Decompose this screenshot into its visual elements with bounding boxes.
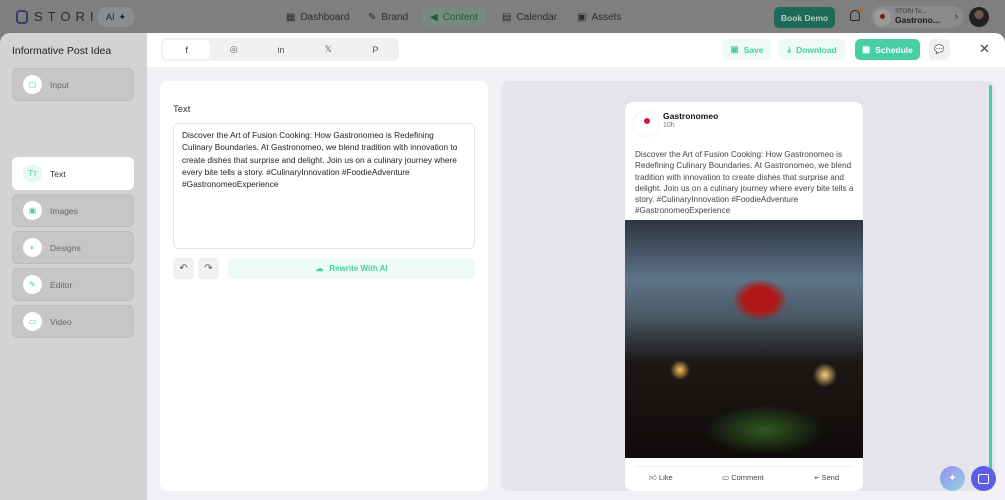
schedule-button[interactable]: ▦ Schedule bbox=[855, 39, 920, 60]
page-name: Gastronomeo bbox=[663, 111, 719, 121]
comment-icon: ▭ bbox=[722, 473, 732, 482]
support-chat-button[interactable] bbox=[971, 466, 996, 491]
note-icon: ▢ bbox=[23, 75, 42, 94]
undo-button[interactable]: ↶ bbox=[173, 258, 194, 279]
save-button[interactable]: ▣ Save bbox=[723, 39, 771, 60]
calendar-icon: ▦ bbox=[862, 44, 871, 54]
scrollbar[interactable] bbox=[989, 85, 992, 489]
comment-button[interactable]: ▭ Comment bbox=[722, 473, 764, 482]
logo[interactable]: STORI bbox=[16, 9, 99, 24]
redo-icon: ↷ bbox=[204, 263, 213, 274]
facebook-icon: f bbox=[185, 44, 188, 55]
text-icon: Tт bbox=[23, 164, 42, 183]
sidebar: Informative Post Idea ▢ Input Tт Text ▣ Ima… bbox=[0, 33, 147, 500]
ai-assistant-button[interactable]: ✦ bbox=[940, 466, 965, 491]
sparkle-icon: ✦ bbox=[948, 473, 957, 484]
page-avatar bbox=[634, 111, 659, 136]
chevron-right-icon: › bbox=[955, 11, 958, 21]
images-icon: ▣ bbox=[23, 201, 42, 220]
video-icon: ▭ bbox=[23, 312, 42, 331]
nav-content[interactable]: ◀ Content bbox=[422, 7, 486, 27]
sidebar-item-text[interactable]: Tт Text bbox=[12, 157, 134, 190]
close-icon[interactable]: ✕ bbox=[979, 41, 990, 57]
sidebar-item-video[interactable]: ▭ Video bbox=[12, 305, 134, 338]
download-button[interactable]: ⤓ Download bbox=[779, 39, 845, 60]
brush-icon: ✎ bbox=[368, 11, 377, 23]
modal-content: Text Discover the Art of Fusion Cooking:… bbox=[147, 67, 1005, 500]
facebook-post-preview: Gastronomeo 10h Discover the Art of Fusi… bbox=[625, 102, 863, 491]
sparkle-icon: ✦ bbox=[118, 11, 127, 22]
book-demo-button[interactable]: Book Demo bbox=[774, 7, 835, 28]
post-text-input[interactable]: Discover the Art of Fusion Cooking: How … bbox=[173, 123, 475, 249]
like-button[interactable]: 👍︎ Like bbox=[649, 473, 673, 483]
bell-icon[interactable] bbox=[850, 8, 863, 21]
platform-tabs: f ◎ in 𝕏 P bbox=[161, 38, 399, 61]
download-icon: ⤓ bbox=[787, 44, 792, 54]
instagram-icon: ◎ bbox=[229, 44, 238, 54]
sidebar-item-images[interactable]: ▣ Images bbox=[12, 194, 134, 227]
top-nav: STORI AI ✦ ▦ Dashboard ✎ Brand ◀ Content ▤ Ca… bbox=[0, 0, 1005, 33]
sidebar-item-editor[interactable]: ✎ Editor bbox=[12, 268, 134, 301]
text-label: Text bbox=[173, 104, 191, 115]
nav-assets[interactable]: ▣ Assets bbox=[569, 7, 629, 27]
linkedin-icon: in bbox=[277, 44, 285, 55]
megaphone-icon: ◀ bbox=[430, 11, 438, 23]
sidebar-title: Informative Post Idea bbox=[12, 45, 112, 57]
post-image bbox=[625, 220, 863, 458]
preview-panel: Gastronomeo 10h Discover the Art of Fusi… bbox=[501, 81, 995, 491]
tab-facebook[interactable]: f bbox=[163, 40, 211, 59]
modal-header: f ◎ in 𝕏 P ▣ Save ⤓ Download ▦ Schedule 💬 ✕ bbox=[147, 33, 1005, 67]
nav-brand[interactable]: ✎ Brand bbox=[360, 7, 416, 27]
redo-button[interactable]: ↷ bbox=[198, 258, 219, 279]
image-icon: ▣ bbox=[577, 11, 587, 23]
pencil-icon: ✎ bbox=[23, 275, 42, 294]
chat-icon: 💬 bbox=[934, 44, 945, 54]
account-switcher[interactable]: STORI Te... Gastrono... › bbox=[871, 6, 964, 28]
calendar-icon: ▤ bbox=[502, 11, 512, 23]
robot-icon: ☁ bbox=[315, 264, 324, 273]
tab-linkedin[interactable]: in bbox=[257, 40, 304, 59]
sidebar-item-input[interactable]: ▢ Input bbox=[12, 68, 134, 101]
stori-logo-icon bbox=[16, 9, 28, 24]
ai-button[interactable]: AI ✦ bbox=[97, 7, 135, 27]
send-button[interactable]: ➢ Send bbox=[813, 473, 839, 482]
pinterest-icon: P bbox=[372, 44, 379, 55]
tab-pinterest[interactable]: P bbox=[352, 40, 399, 59]
palette-icon: ◐ bbox=[23, 238, 42, 257]
comments-button[interactable]: 💬 bbox=[929, 39, 950, 60]
tab-x[interactable]: 𝕏 bbox=[305, 40, 352, 59]
post-actions: 👍︎ Like ▭ Comment ➢ Send bbox=[635, 466, 853, 488]
brand-avatar bbox=[874, 8, 891, 26]
save-icon: ▣ bbox=[730, 44, 739, 54]
chat-icon bbox=[978, 473, 989, 484]
rewrite-with-ai-button[interactable]: ☁ Rewrite With AI bbox=[228, 258, 475, 279]
undo-icon: ↶ bbox=[179, 263, 188, 274]
thumbs-up-icon: 👍︎ bbox=[649, 472, 659, 482]
x-icon: 𝕏 bbox=[324, 44, 332, 54]
sidebar-item-designs[interactable]: ◐ Designs bbox=[12, 231, 134, 264]
text-editor-card: Text Discover the Art of Fusion Cooking:… bbox=[160, 81, 488, 491]
dashboard-icon: ▦ bbox=[286, 11, 296, 23]
tab-instagram[interactable]: ◎ bbox=[210, 40, 257, 59]
nav-calendar[interactable]: ▤ Calendar bbox=[494, 7, 565, 27]
user-avatar[interactable] bbox=[969, 7, 989, 27]
nav-dashboard[interactable]: ▦ Dashboard bbox=[278, 7, 357, 27]
post-time: 10h bbox=[663, 122, 675, 129]
post-text: Discover the Art of Fusion Cooking: How … bbox=[635, 150, 854, 216]
